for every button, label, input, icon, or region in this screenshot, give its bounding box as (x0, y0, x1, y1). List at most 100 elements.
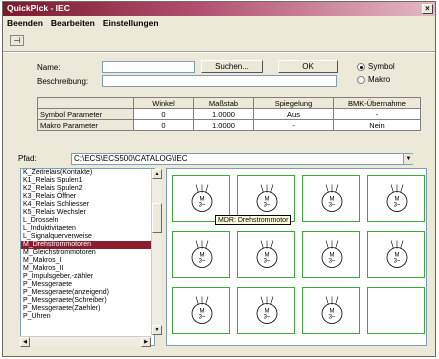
list-vertical-scrollbar[interactable]: ▲ ▼ (151, 169, 162, 335)
pin-icon[interactable]: ⊣ (10, 35, 24, 46)
list-item[interactable]: K1_Relais Spulen1 (21, 177, 154, 185)
menu-bearbeiten[interactable]: Bearbeiten (47, 17, 99, 29)
table-cell[interactable]: Nein (333, 119, 421, 131)
table-cell[interactable]: Aus (253, 108, 334, 120)
list-item[interactable]: L_Signalquerverweise (21, 233, 154, 241)
symbol-tooltip: MDR: Drehstrommotor (215, 215, 292, 225)
symbol-cell[interactable]: M 3~ (237, 287, 295, 334)
motor-symbol-icon: M3~ (256, 296, 278, 324)
table-header-cell: Maßstab (193, 97, 254, 109)
table-cell[interactable]: - (253, 119, 334, 131)
list-horizontal-scrollbar[interactable]: ◀ ▶ (20, 336, 151, 347)
list-item[interactable]: K_Zeitrelais(Kontakte) (21, 169, 154, 177)
description-label: Beschreibung: (37, 77, 89, 86)
scroll-right-icon[interactable]: ▶ (141, 337, 151, 347)
symbol-radio[interactable] (357, 63, 365, 71)
table-row: Symbol Parameter 0 1.0000 Aus - (37, 108, 421, 120)
chevron-down-icon[interactable]: ▼ (403, 154, 413, 164)
makro-radio[interactable] (357, 76, 365, 84)
scroll-left-icon[interactable]: ◀ (20, 337, 30, 347)
motor-symbol-icon: M3~ (191, 296, 213, 324)
motor-symbol-icon: M3~ (191, 240, 213, 268)
list-item[interactable]: K5_Relais Wechsler (21, 209, 154, 217)
motor-symbol-icon: M3~ (256, 240, 278, 268)
symbol-cell[interactable]: M 3~ (367, 175, 425, 222)
symbol-cell[interactable]: M 3~ (367, 231, 425, 278)
separator (3, 51, 435, 53)
motor-symbol-icon: M3~ (321, 296, 343, 324)
menu-bar: Beenden Bearbeiten Einstellungen (3, 17, 435, 29)
makro-radio-label: Makro (368, 75, 391, 84)
list-item[interactable]: P_Messgeraete (21, 281, 154, 289)
search-button[interactable]: Suchen... (201, 60, 263, 73)
symbol-cell[interactable]: M 3~ (302, 231, 360, 278)
list-item[interactable]: P_Messgeraete(Schreiber) (21, 297, 154, 305)
menu-einstellungen[interactable]: Einstellungen (99, 17, 163, 29)
symbol-label: 3~ (329, 315, 336, 321)
table-row-header: Makro Parameter (37, 119, 134, 131)
symbol-label: 3~ (199, 315, 206, 321)
symbol-cell[interactable]: M 3~ (302, 287, 360, 334)
path-label: Pfad: (18, 154, 37, 163)
motor-symbol-icon: M3~ (386, 184, 408, 212)
table-cell[interactable]: 0 (133, 108, 194, 120)
list-item[interactable]: P_Uhren (21, 313, 154, 321)
symbol-cell[interactable]: M 3~ (302, 175, 360, 222)
list-item[interactable]: P_Impulsgeber,-zähler (21, 273, 154, 281)
list-item[interactable]: K2_Relais Spulen2 (21, 185, 154, 193)
symbol-label: 3~ (264, 259, 271, 265)
name-label: Name: (37, 63, 61, 72)
list-item[interactable]: K3_Relais Öffner (21, 193, 154, 201)
scroll-thumb[interactable] (152, 203, 162, 233)
symbol-label: 3~ (394, 259, 401, 265)
symbol-label: 3~ (394, 203, 401, 209)
table-header-cell: Winkel (133, 97, 194, 109)
motor-symbol-icon: M3~ (321, 240, 343, 268)
category-list[interactable]: K_Zeitrelais(Kontakte) K1_Relais Spulen1 K… (20, 168, 155, 346)
motor-symbol-icon: M3~ (386, 240, 408, 268)
list-item[interactable]: M_Makros_I (21, 257, 154, 265)
list-item[interactable]: K4_Relais Schliesser (21, 201, 154, 209)
table-cell[interactable]: 1.0000 (193, 108, 254, 120)
symbol-radio-label: Symbol (368, 62, 395, 71)
symbol-cell[interactable]: M 3~ (172, 287, 230, 334)
quickpick-window: QuickPick - IEC × Beenden Bearbeiten Ein… (2, 1, 436, 357)
symbol-cell[interactable]: M 3~ (237, 231, 295, 278)
list-item[interactable]: M_Gleichstrommotoren (21, 249, 154, 257)
table-cell[interactable]: 1.0000 (193, 119, 254, 131)
symbol-label: 3~ (329, 259, 336, 265)
table-header-cell: BMK-Übernahme (333, 97, 421, 109)
table-row-header: Symbol Parameter (37, 108, 134, 120)
parameter-table: Winkel Maßstab Spiegelung BMK-Übernahme … (37, 97, 421, 131)
list-item[interactable]: L_Drosseln (21, 217, 154, 225)
symbol-label: 3~ (199, 259, 206, 265)
symbol-label: 3~ (264, 315, 271, 321)
list-item[interactable]: M_Drehstrommotoren (21, 241, 154, 249)
name-input[interactable] (102, 61, 195, 73)
description-input[interactable] (102, 75, 337, 87)
list-item[interactable]: P_Messgeraete(anzeigend) (21, 289, 154, 297)
title-bar[interactable]: QuickPick - IEC × (3, 2, 435, 16)
path-dropdown[interactable]: C:\ECS\ECS500\CATALOG\IEC (71, 153, 413, 165)
table-header-cell (37, 97, 134, 109)
list-item[interactable]: M_Makros_II (21, 265, 154, 273)
table-header-cell: Spiegelung (253, 97, 334, 109)
scroll-up-icon[interactable]: ▲ (152, 169, 162, 179)
scroll-down-icon[interactable]: ▼ (152, 325, 162, 335)
table-cell[interactable]: - (333, 108, 421, 120)
table-cell[interactable]: 0 (133, 119, 194, 131)
ok-button[interactable]: OK (278, 60, 338, 73)
symbol-cell[interactable] (367, 287, 425, 334)
symbol-label: 3~ (264, 203, 271, 209)
menu-beenden[interactable]: Beenden (3, 17, 47, 29)
motor-symbol-icon: M3~ (321, 184, 343, 212)
close-button[interactable]: × (422, 4, 433, 14)
list-item[interactable]: P_Messgeraete(Zaehler) (21, 305, 154, 313)
table-row: Makro Parameter 0 1.0000 - Nein (37, 119, 421, 131)
table-header-row: Winkel Maßstab Spiegelung BMK-Übernahme (37, 97, 421, 109)
symbol-label: 3~ (329, 203, 336, 209)
symbol-cell[interactable]: M 3~ (172, 231, 230, 278)
symbol-label: 3~ (199, 203, 206, 209)
symbol-grid: M 3~ M 3~ M 3~ M 3~ M 3~ M 3~ M 3~ M 3~ M 3~ M 3~ M 3~ (166, 168, 427, 346)
list-item[interactable]: L_Induktivitaeten (21, 225, 154, 233)
